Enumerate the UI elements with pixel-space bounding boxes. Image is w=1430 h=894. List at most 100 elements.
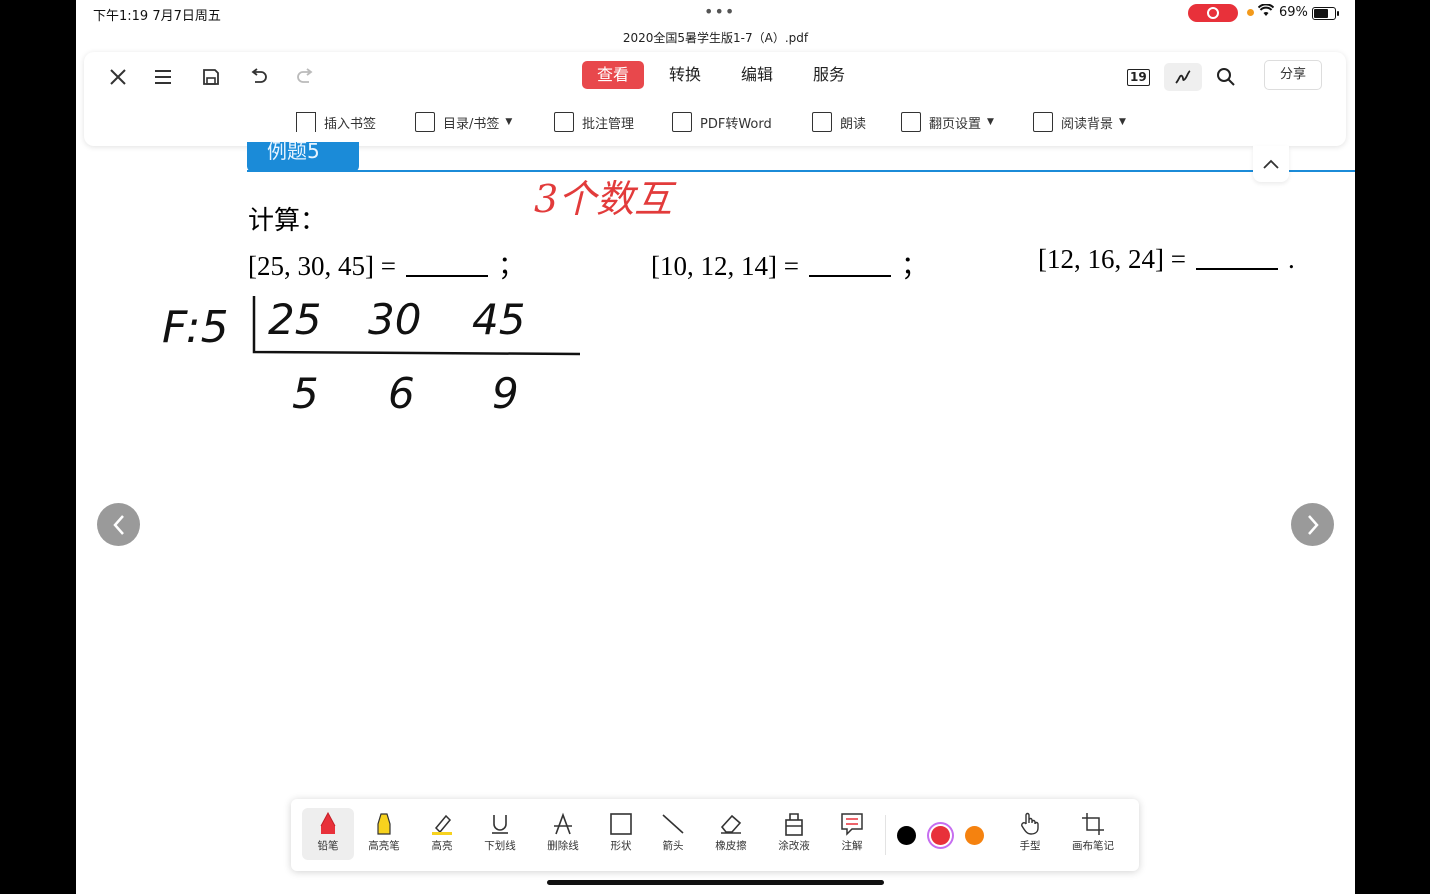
tool-pencil[interactable]: 铅笔 — [302, 808, 354, 860]
arrow-icon — [661, 810, 685, 838]
home-indicator[interactable] — [547, 880, 884, 885]
tool-arrow[interactable]: 箭头 — [647, 808, 699, 860]
multitask-dots-icon[interactable]: ••• — [704, 2, 735, 21]
reading-background-button[interactable]: 阅读背景 ▼ — [1033, 108, 1126, 136]
tablet-screen: 下午1:19 7月7日周五 ••• 69% 2020全国5暑学生版1-7（A）.… — [76, 0, 1355, 894]
tool-shape[interactable]: 形状 — [595, 808, 647, 860]
division-bottom-1: 5 — [292, 369, 319, 418]
division-bottom-3: 9 — [492, 369, 519, 418]
comment-icon — [840, 810, 864, 838]
pdf-to-word-button[interactable]: PDF转Word — [672, 108, 772, 136]
tool-highlight[interactable]: 高亮 — [416, 808, 468, 860]
canvas-note-icon — [1081, 810, 1105, 838]
toc-bookmark-label: 目录/书签 — [443, 116, 500, 132]
division-top-3: 45 — [472, 295, 525, 344]
status-bar: 下午1:19 7月7日周五 ••• 69% — [76, 0, 1355, 26]
color-swatch-red[interactable] — [931, 826, 950, 845]
toolbar-separator — [885, 815, 886, 855]
chevron-left-icon — [112, 514, 124, 535]
share-button[interactable]: 分享 — [1264, 60, 1322, 90]
next-page-button[interactable] — [1291, 503, 1334, 546]
toc-bookmark-button[interactable]: 目录/书签 ▼ — [415, 108, 512, 136]
tool-label: 橡皮擦 — [715, 840, 747, 852]
division-bottom-2: 6 — [388, 369, 415, 418]
page-turn-settings-button[interactable]: 翻页设置 ▼ — [901, 108, 994, 136]
division-top-2: 30 — [368, 295, 421, 344]
tool-hand[interactable]: 手型 — [1004, 808, 1056, 860]
pencil-icon — [318, 810, 338, 838]
tool-label: 涂改液 — [778, 840, 810, 852]
eraser-icon — [718, 810, 744, 838]
main-toolbar: 查看 转换 编辑 服务 19 分享 插入书签 目录/书签 ▼ 批注管理 PDF转… — [84, 52, 1346, 146]
red-handwritten-note: 3个数互 — [534, 177, 677, 221]
tool-canvas-note[interactable]: 画布笔记 — [1067, 808, 1119, 860]
tool-label: 高亮 — [431, 840, 453, 852]
chevron-up-icon — [1263, 159, 1279, 169]
insert-bookmark-button[interactable]: 插入书签 — [296, 108, 376, 136]
highlight-icon — [430, 810, 454, 838]
tool-label: 铅笔 — [317, 840, 339, 852]
wifi-icon — [1257, 3, 1275, 21]
pen-mode-icon[interactable] — [1164, 63, 1202, 91]
status-time: 下午1:19 7月7日周五 — [93, 9, 221, 24]
close-icon[interactable] — [105, 64, 131, 90]
page-number-icon[interactable]: 19 — [1127, 63, 1150, 91]
battery-percent: 69% — [1279, 5, 1308, 20]
tool-label: 注解 — [841, 840, 863, 852]
reading-background-label: 阅读背景 — [1061, 116, 1114, 132]
screen-recording-icon[interactable] — [1188, 4, 1238, 22]
collapse-toolbar-button[interactable] — [1253, 146, 1289, 182]
page-turn-icon — [901, 112, 921, 132]
division-top-1: 25 — [268, 295, 321, 344]
tab-edit[interactable]: 编辑 — [726, 61, 788, 89]
underline-icon — [489, 810, 511, 838]
tool-label: 高亮笔 — [368, 840, 400, 852]
tool-label: 下划线 — [484, 840, 516, 852]
strikethrough-icon — [552, 810, 574, 838]
highlighter-pen-icon — [373, 810, 395, 838]
bookmark-add-icon — [296, 112, 316, 132]
annotation-manage-label: 批注管理 — [582, 116, 635, 132]
color-swatch-orange[interactable] — [965, 826, 984, 845]
chevron-down-icon: ▼ — [1119, 117, 1126, 127]
tool-label: 形状 — [610, 840, 632, 852]
mic-indicator-icon — [1247, 9, 1254, 16]
tool-label: 画布笔记 — [1072, 840, 1114, 852]
tool-underline[interactable]: 下划线 — [474, 808, 526, 860]
tab-view[interactable]: 查看 — [582, 61, 645, 89]
toc-icon — [415, 112, 435, 132]
tool-eraser[interactable]: 橡皮擦 — [705, 808, 757, 860]
tool-comment[interactable]: 注解 — [826, 808, 878, 860]
previous-page-button[interactable] — [97, 503, 140, 546]
page-number: 19 — [1127, 68, 1150, 86]
pdf-page[interactable]: 例题5 计算： [25, 30, 45] =； [10, 12, 14] =； … — [76, 141, 1355, 886]
hand-icon — [1019, 810, 1041, 838]
handwriting-layer: 3个数互 F:5 25 30 45 5 6 9 — [162, 177, 677, 418]
tool-label: 删除线 — [547, 840, 579, 852]
division-label: F:5 — [162, 302, 229, 353]
redo-icon[interactable] — [292, 64, 318, 90]
read-aloud-button[interactable]: 朗读 — [812, 108, 866, 136]
tool-highlighter-pen[interactable]: 高亮笔 — [358, 808, 410, 860]
read-aloud-icon — [812, 112, 832, 132]
tool-correction-fluid[interactable]: 涂改液 — [768, 808, 820, 860]
read-aloud-label: 朗读 — [840, 116, 867, 132]
tab-convert[interactable]: 转换 — [654, 61, 716, 89]
color-swatch-black[interactable] — [897, 826, 916, 845]
annotation-manage-button[interactable]: 批注管理 — [554, 108, 634, 136]
save-icon[interactable] — [198, 64, 224, 90]
undo-icon[interactable] — [246, 64, 272, 90]
annotation-toolbar: 铅笔 高亮笔 高亮 下划线 删除线 形状 箭头 橡皮擦 涂改液 注解 手型 画布… — [291, 799, 1139, 871]
tool-strikethrough[interactable]: 删除线 — [537, 808, 589, 860]
reading-background-icon — [1033, 112, 1053, 132]
menu-icon[interactable] — [150, 64, 176, 90]
tool-label: 箭头 — [662, 840, 684, 852]
tab-service[interactable]: 服务 — [798, 61, 860, 89]
search-icon[interactable] — [1216, 63, 1236, 91]
chevron-down-icon: ▼ — [505, 117, 513, 127]
pdf-to-word-icon — [672, 112, 692, 132]
shape-icon — [610, 810, 632, 838]
battery-icon — [1312, 7, 1339, 20]
chevron-down-icon: ▼ — [987, 117, 994, 127]
tool-label: 手型 — [1019, 840, 1041, 852]
